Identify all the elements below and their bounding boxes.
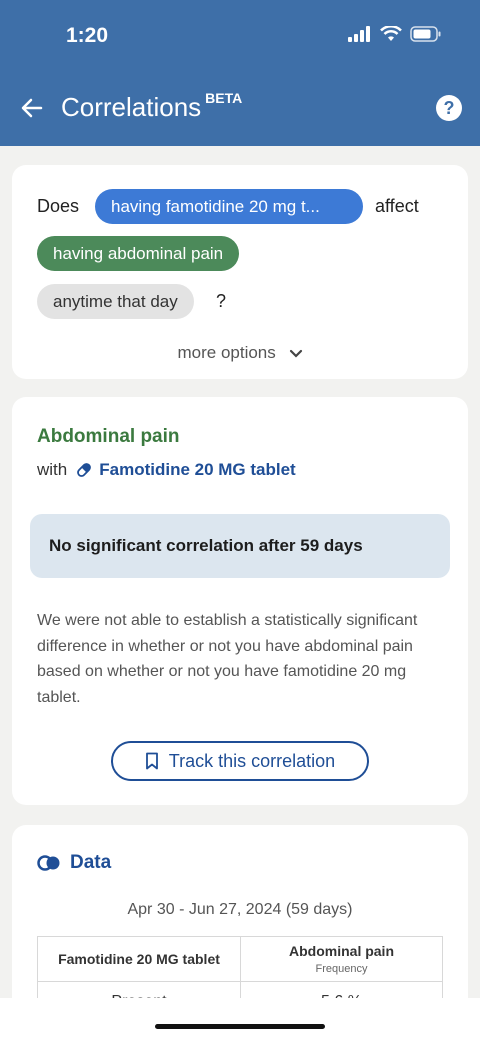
help-button[interactable]: ? <box>436 95 462 121</box>
timing-pill[interactable]: anytime that day <box>37 284 194 319</box>
outcome-pill[interactable]: having abdominal pain <box>37 236 240 271</box>
result-explanation: We were not able to establish a statisti… <box>37 612 418 706</box>
question-mark: ? <box>216 291 227 311</box>
affect-label: affect <box>375 196 419 216</box>
table-header-outcome-label: Abdominal pain <box>289 943 394 959</box>
table-header-outcome: Abdominal pain Frequency <box>240 936 443 982</box>
does-label: Does <box>37 196 80 216</box>
data-card: Data Apr 30 - Jun 27, 2024 (59 days) Fam… <box>12 825 468 1025</box>
question-icon: ? <box>443 98 455 118</box>
overlap-circles-icon <box>37 855 60 871</box>
question-card: Does having famotidine 20 mg t... affect… <box>12 165 468 379</box>
result-card: Abdominal pain with Famotidine 20 MG tab… <box>12 397 468 805</box>
track-correlation-label: Track this correlation <box>168 750 336 771</box>
arrow-left-icon <box>21 98 43 118</box>
more-options-button[interactable]: more options <box>12 343 468 363</box>
battery-icon <box>410 26 441 42</box>
pill-icon <box>77 463 92 477</box>
page-title: Correlations BETA <box>61 90 243 123</box>
signal-icon <box>348 26 370 42</box>
chevron-down-icon <box>289 349 302 358</box>
beta-badge: BETA <box>205 90 243 106</box>
app-header: 1:20 Correlations BETA ? <box>0 0 480 146</box>
data-title-text: Data <box>70 852 112 873</box>
table-header-treatment: Famotidine 20 MG tablet <box>37 936 241 982</box>
status-icons <box>348 26 442 42</box>
with-row: with Famotidine 20 MG tablet <box>37 460 296 480</box>
outcome-title: Abdominal pain <box>37 426 180 447</box>
home-indicator[interactable] <box>155 1024 325 1029</box>
bottom-safe-area <box>0 998 480 1040</box>
with-label: with <box>37 460 68 479</box>
treatment-pill[interactable]: having famotidine 20 mg t... <box>95 189 363 224</box>
medication-name[interactable]: Famotidine 20 MG tablet <box>99 460 295 480</box>
track-correlation-button[interactable]: Track this correlation <box>111 741 369 781</box>
table-header-outcome-sub: Frequency <box>315 963 368 975</box>
result-headline: No significant correlation after 59 days <box>30 514 450 578</box>
status-time: 1:20 <box>66 24 109 47</box>
bookmark-icon <box>145 752 158 770</box>
wifi-icon <box>380 26 402 41</box>
more-options-label: more options <box>177 343 276 362</box>
date-range: Apr 30 - Jun 27, 2024 (59 days) <box>127 901 353 918</box>
data-title: Data <box>37 852 111 874</box>
back-button[interactable] <box>16 92 48 124</box>
page-title-text: Correlations <box>61 92 202 122</box>
